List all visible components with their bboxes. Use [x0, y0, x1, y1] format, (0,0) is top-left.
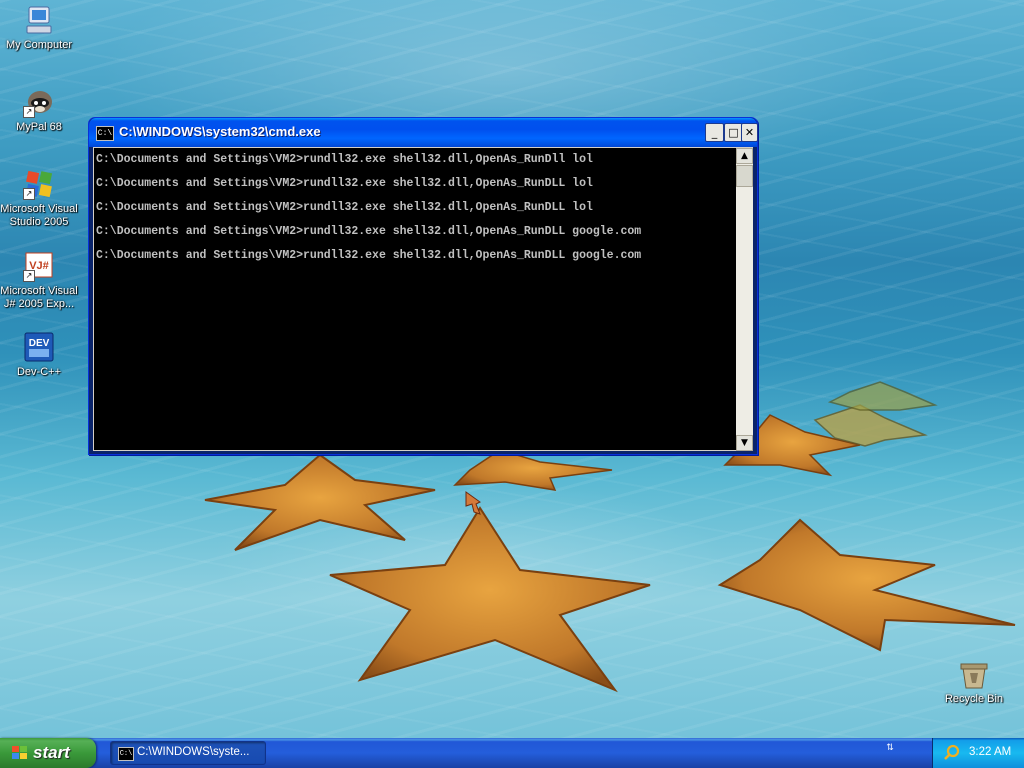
cmd-task-icon: C:\ [118, 747, 134, 761]
desktop-icon-recycle-bin[interactable]: Recycle Bin [934, 658, 1014, 706]
taskbar: start C:\ C:\WINDOWS\syste... ⇅ 3:22 AM [0, 738, 1024, 768]
desktop-icon-label: Dev-C++ [16, 366, 62, 378]
windows-logo-icon [12, 746, 28, 760]
vertical-scrollbar[interactable]: ▲ ▼ [736, 147, 753, 451]
start-button[interactable]: start [0, 738, 96, 768]
shortcut-arrow-icon: ↗ [23, 270, 35, 282]
shortcut-arrow-icon: ↗ [23, 106, 35, 118]
close-button[interactable]: ✕ [741, 123, 758, 142]
recycle-bin-icon [958, 658, 990, 690]
desktop-icon-label: Microsoft Visual Studio 2005 [0, 203, 78, 228]
console-line: C:\Documents and Settings\VM2>rundll32.e… [96, 201, 593, 214]
shell-cursor-icon [465, 491, 481, 515]
scroll-thumb[interactable] [736, 165, 753, 187]
cmd-titlebar[interactable]: C:\ C:\WINDOWS\system32\cmd.exe _ □ ✕ [89, 118, 758, 147]
dev-cpp-icon: DEV [23, 331, 55, 363]
system-tray: 3:22 AM [932, 738, 1024, 768]
scroll-down-button[interactable]: ▼ [736, 435, 753, 451]
visual-jsharp-icon: VJ# ↗ [23, 250, 55, 282]
start-label: start [33, 743, 70, 762]
raccoon-icon: ↗ [23, 86, 55, 118]
input-language-icon[interactable]: ⇅ [884, 743, 896, 761]
console-line: C:\Documents and Settings\VM2>rundll32.e… [96, 177, 593, 190]
desktop-icon-label: Microsoft Visual J# 2005 Exp... [0, 285, 78, 310]
taskbar-button-label: C:\WINDOWS\syste... [137, 746, 250, 758]
clock[interactable]: 3:22 AM [969, 746, 1011, 758]
visual-studio-icon: ↗ [23, 168, 55, 200]
console-line: C:\Documents and Settings\VM2>rundll32.e… [96, 249, 642, 262]
cmd-app-icon[interactable]: C:\ [96, 126, 114, 141]
desktop-icon-label: Recycle Bin [944, 693, 1004, 705]
desktop-icon-visual-jsharp[interactable]: VJ# ↗ Microsoft Visual J# 2005 Exp... [0, 250, 79, 311]
window-title: C:\WINDOWS\system32\cmd.exe [119, 124, 321, 139]
scroll-up-button[interactable]: ▲ [736, 148, 753, 164]
minimize-button[interactable]: _ [705, 123, 724, 142]
dev-badge-text: DEV [29, 338, 50, 349]
console-line: C:\Documents and Settings\VM2>rundll32.e… [96, 225, 642, 238]
search-icon[interactable] [943, 744, 961, 762]
desktop-icon-label: MyPal 68 [16, 121, 62, 133]
console-output[interactable]: C:\Documents and Settings\VM2>rundll32.e… [93, 147, 738, 451]
desktop-icon-dev-cpp[interactable]: DEV Dev-C++ [0, 331, 79, 379]
computer-icon [23, 4, 55, 36]
desktop-icon-my-computer[interactable]: My Computer [0, 4, 79, 52]
desktop-icon-label: My Computer [5, 39, 73, 51]
cmd-window[interactable]: C:\ C:\WINDOWS\system32\cmd.exe _ □ ✕ C:… [88, 117, 758, 455]
console-line: C:\Documents and Settings\VM2>rundll32.e… [96, 153, 593, 166]
taskbar-button-cmd[interactable]: C:\ C:\WINDOWS\syste... [110, 741, 266, 765]
desktop-icon-visual-studio[interactable]: ↗ Microsoft Visual Studio 2005 [0, 168, 79, 229]
desktop-icon-mypal[interactable]: ↗ MyPal 68 [0, 86, 79, 134]
shortcut-arrow-icon: ↗ [23, 188, 35, 200]
